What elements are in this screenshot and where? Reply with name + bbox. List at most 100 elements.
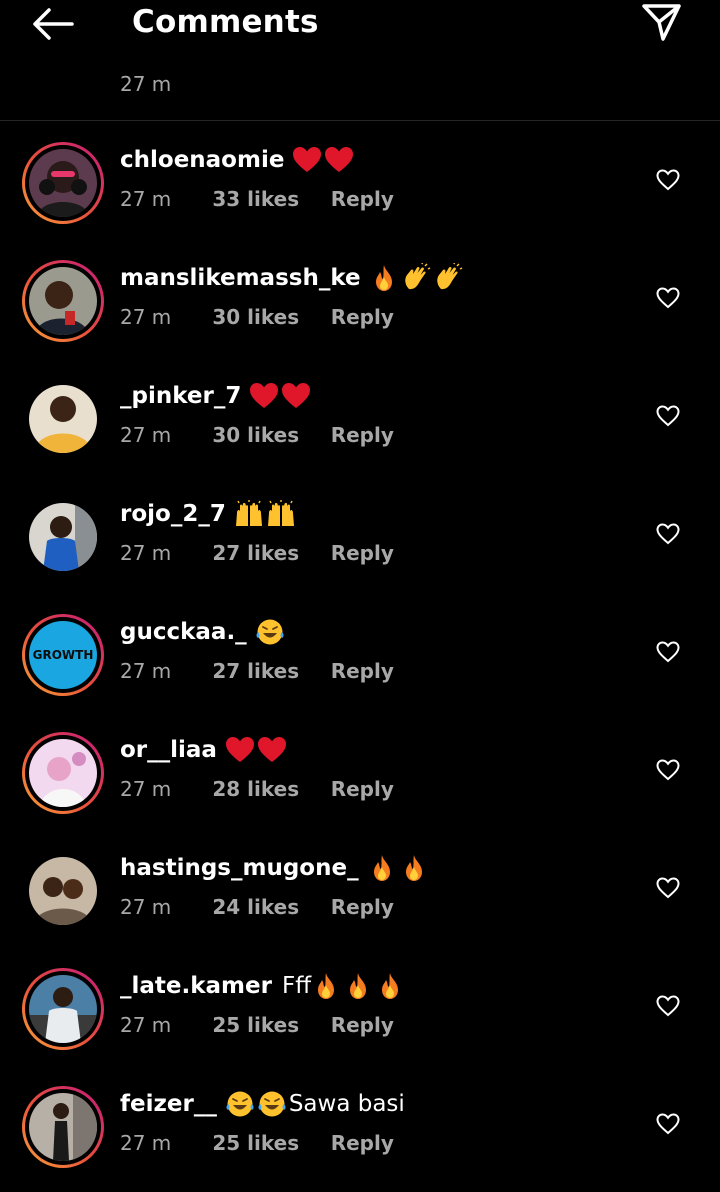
reply-button[interactable]: Reply xyxy=(331,422,394,448)
comment-meta: 27 m 28 likes Reply xyxy=(120,776,630,802)
comment-text: heartheart xyxy=(249,381,311,411)
comment-line: gucckaa._ laugh-cry xyxy=(120,616,630,648)
raised-hands-emoji-glyph xyxy=(235,500,262,526)
comment-body: rojo_2_7 raised-handsraised-hands 27 m 2… xyxy=(120,498,630,566)
reply-button[interactable]: Reply xyxy=(331,304,394,330)
comment-username[interactable]: or__liaa xyxy=(120,734,217,766)
like-button[interactable] xyxy=(654,875,682,901)
comment-emojis: firefire xyxy=(367,853,429,883)
comment-username[interactable]: _late.kamer xyxy=(120,970,272,1002)
comment-emojis: raised-handsraised-hands xyxy=(234,499,296,529)
comment-line: chloenaomie heartheart xyxy=(120,144,630,176)
like-button[interactable] xyxy=(654,403,682,429)
avatar[interactable] xyxy=(22,260,104,342)
comment-likes[interactable]: 25 likes xyxy=(212,1130,324,1156)
comment-username[interactable]: hastings_mugone_ xyxy=(120,852,359,884)
comment-text: Fff firefirefire xyxy=(280,970,405,1002)
comment-username[interactable]: _pinker_7 xyxy=(120,380,241,412)
reply-button[interactable]: Reply xyxy=(331,658,394,684)
fire-emoji-glyph xyxy=(318,973,335,999)
reply-button[interactable]: Reply xyxy=(331,1012,394,1038)
comment-username[interactable]: gucckaa._ xyxy=(120,616,247,648)
comment-emojis: laugh-cry xyxy=(255,617,285,647)
like-button[interactable] xyxy=(654,993,682,1019)
comment-emojis: heartheart xyxy=(249,381,311,411)
comment-likes[interactable]: 30 likes xyxy=(212,304,324,330)
comment-likes[interactable]: 27 likes xyxy=(212,658,324,684)
comment-meta: 27 m 27 likes Reply xyxy=(120,540,630,566)
comment-row: _late.kamer Fff firefirefire 27 m 25 lik… xyxy=(0,947,720,1065)
avatar[interactable]: GROWTH xyxy=(22,614,104,696)
fire-emoji-glyph xyxy=(373,855,390,881)
comment-emojis: fireclapclap xyxy=(369,263,463,293)
avatar[interactable] xyxy=(22,732,104,814)
comment-username[interactable]: rojo_2_7 xyxy=(120,498,226,530)
share-button[interactable] xyxy=(636,0,686,44)
comment-text: fireclapclap xyxy=(369,263,463,293)
comment-username[interactable]: feizer__ xyxy=(120,1088,217,1120)
comment-meta: 27 m 25 likes Reply xyxy=(120,1130,630,1156)
avatar-inner xyxy=(25,971,101,1047)
reply-button[interactable]: Reply xyxy=(331,894,394,920)
reply-button[interactable]: Reply xyxy=(331,1130,394,1156)
like-button[interactable] xyxy=(654,167,682,193)
avatar[interactable] xyxy=(22,1086,104,1168)
fire-emoji-glyph xyxy=(382,973,399,999)
comment-row: or__liaa heartheart 27 m 28 likes Reply xyxy=(0,711,720,829)
comment-time: 27 m xyxy=(120,541,172,565)
comment-body: _late.kamer Fff firefirefire 27 m 25 lik… xyxy=(120,970,630,1038)
comment-time: 27 m xyxy=(120,305,172,329)
comment-time: 27 m xyxy=(120,423,172,447)
comment-time: 27 m xyxy=(120,777,172,801)
raised-hands-emoji-glyph xyxy=(267,500,294,526)
like-heart-icon xyxy=(656,759,680,781)
like-heart-icon xyxy=(656,287,680,309)
reply-button[interactable]: Reply xyxy=(331,186,394,212)
comment-time: 27 m xyxy=(120,187,172,211)
comment-row: chloenaomie heartheart 27 m 33 likes Rep… xyxy=(0,121,720,239)
reply-button[interactable]: Reply xyxy=(331,540,394,566)
like-button[interactable] xyxy=(654,1111,682,1137)
comment-body: chloenaomie heartheart 27 m 33 likes Rep… xyxy=(120,144,630,212)
comment-likes[interactable]: 33 likes xyxy=(212,186,324,212)
comment-line: _late.kamer Fff firefirefire xyxy=(120,970,630,1002)
comment-likes[interactable]: 27 likes xyxy=(212,540,324,566)
comment-text: laugh-crylaugh-cry Sawa basi xyxy=(225,1088,405,1120)
heart-emoji-glyph xyxy=(250,383,279,408)
clap-emoji-glyph xyxy=(404,263,430,290)
like-button[interactable] xyxy=(654,285,682,311)
comment-body: hastings_mugone_ firefire 27 m 24 likes … xyxy=(120,852,630,920)
avatar[interactable] xyxy=(22,378,104,460)
comment-time: 27 m xyxy=(120,1131,172,1155)
avatar-inner xyxy=(25,263,101,339)
comment-likes[interactable]: 24 likes xyxy=(212,894,324,920)
comment-emojis: heartheart xyxy=(225,735,287,765)
comment-likes[interactable]: 30 likes xyxy=(212,422,324,448)
like-button[interactable] xyxy=(654,757,682,783)
like-button[interactable] xyxy=(654,639,682,665)
comment-username[interactable]: manslikemassh_ke xyxy=(120,262,361,294)
comment-row: hastings_mugone_ firefire 27 m 24 likes … xyxy=(0,829,720,947)
reply-button[interactable]: Reply xyxy=(331,776,394,802)
back-button[interactable] xyxy=(26,2,78,46)
avatar-inner xyxy=(25,1089,101,1165)
comment-meta: 27 m 27 likes Reply xyxy=(120,658,630,684)
comment-plain-text: Fff xyxy=(281,973,312,999)
page-title: Comments xyxy=(132,4,319,40)
fire-emoji-glyph xyxy=(405,855,422,881)
comment-body: _pinker_7 heartheart 27 m 30 likes Reply xyxy=(120,380,630,448)
avatar[interactable] xyxy=(22,496,104,578)
avatar-inner xyxy=(25,381,101,457)
comment-likes[interactable]: 25 likes xyxy=(212,1012,324,1038)
avatar[interactable] xyxy=(22,142,104,224)
avatar-inner xyxy=(25,145,101,221)
like-button[interactable] xyxy=(654,521,682,547)
avatar[interactable] xyxy=(22,850,104,932)
like-heart-icon xyxy=(656,995,680,1017)
comment-trailing-text: Sawa basi xyxy=(288,1091,405,1117)
comment-username[interactable]: chloenaomie xyxy=(120,144,284,176)
comment-time: 27 m xyxy=(120,895,172,919)
comment-emojis: heartheart xyxy=(292,145,354,175)
comment-likes[interactable]: 28 likes xyxy=(212,776,324,802)
avatar[interactable] xyxy=(22,968,104,1050)
